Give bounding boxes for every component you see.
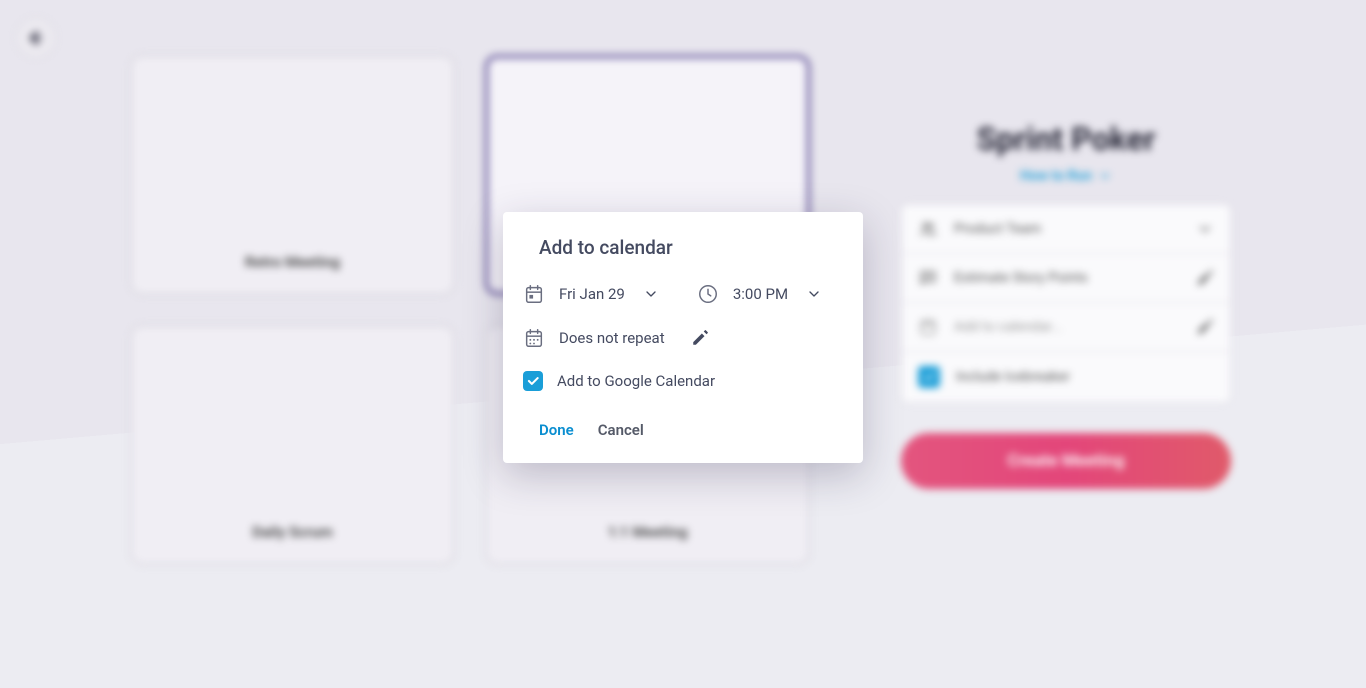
pencil-icon	[1196, 318, 1214, 336]
people-icon	[918, 219, 938, 239]
how-to-run-link[interactable]: How to Run	[901, 168, 1231, 184]
clock-icon	[697, 283, 719, 305]
estimate-label: Estimate Story Points	[954, 270, 1180, 286]
card-label: 1:1 Meeting	[607, 523, 687, 541]
checkbox-checked-icon	[523, 371, 543, 391]
google-calendar-label: Add to Google Calendar	[557, 372, 715, 390]
repeat-value: Does not repeat	[559, 329, 665, 347]
calendar-placeholder: Add to calendar...	[954, 319, 1180, 335]
chevron-down-icon	[1098, 169, 1112, 183]
how-to-run-label: How to Run	[1020, 168, 1092, 184]
chevron-down-icon	[643, 286, 659, 302]
date-picker[interactable]: Fri Jan 29	[523, 283, 659, 305]
google-calendar-checkbox[interactable]: Add to Google Calendar	[523, 371, 715, 391]
create-button-label: Create Meeting	[1008, 451, 1125, 471]
icebreaker-row[interactable]: Include Icebreaker	[902, 352, 1230, 402]
done-button[interactable]: Done	[539, 421, 574, 439]
back-button[interactable]	[16, 18, 56, 58]
panel-title: Sprint Poker	[901, 120, 1231, 158]
calendar-repeat-icon	[523, 327, 545, 349]
calendar-icon	[918, 317, 938, 337]
time-picker[interactable]: 3:00 PM	[697, 283, 822, 305]
icebreaker-label: Include Icebreaker	[956, 369, 1214, 385]
team-name: Product Team	[954, 221, 1180, 237]
team-selector-row[interactable]: Product Team	[902, 205, 1230, 254]
pencil-icon	[691, 329, 709, 347]
chat-icon	[918, 268, 938, 288]
chevron-down-icon	[806, 286, 822, 302]
pencil-icon	[1196, 269, 1214, 287]
calendar-today-icon	[523, 283, 545, 305]
meeting-card-retro[interactable]: Retro Meeting	[130, 55, 455, 295]
calendar-row[interactable]: Add to calendar...	[902, 303, 1230, 352]
time-value: 3:00 PM	[733, 285, 788, 303]
meeting-card-daily[interactable]: Daily Scrum	[130, 325, 455, 565]
card-label: Daily Scrum	[252, 523, 333, 541]
repeat-selector[interactable]: Does not repeat	[523, 327, 709, 349]
add-to-calendar-modal: Add to calendar Fri Jan 29 3:00 PM	[503, 212, 863, 463]
checkbox-checked-icon	[918, 366, 940, 388]
estimate-row[interactable]: Estimate Story Points	[902, 254, 1230, 303]
date-value: Fri Jan 29	[559, 285, 625, 303]
modal-title: Add to calendar	[539, 236, 827, 259]
chevron-down-icon	[1196, 220, 1214, 238]
card-label: Retro Meeting	[245, 253, 340, 271]
cancel-button[interactable]: Cancel	[598, 421, 644, 439]
create-meeting-button[interactable]: Create Meeting	[901, 433, 1231, 489]
arrow-left-icon	[26, 28, 46, 48]
